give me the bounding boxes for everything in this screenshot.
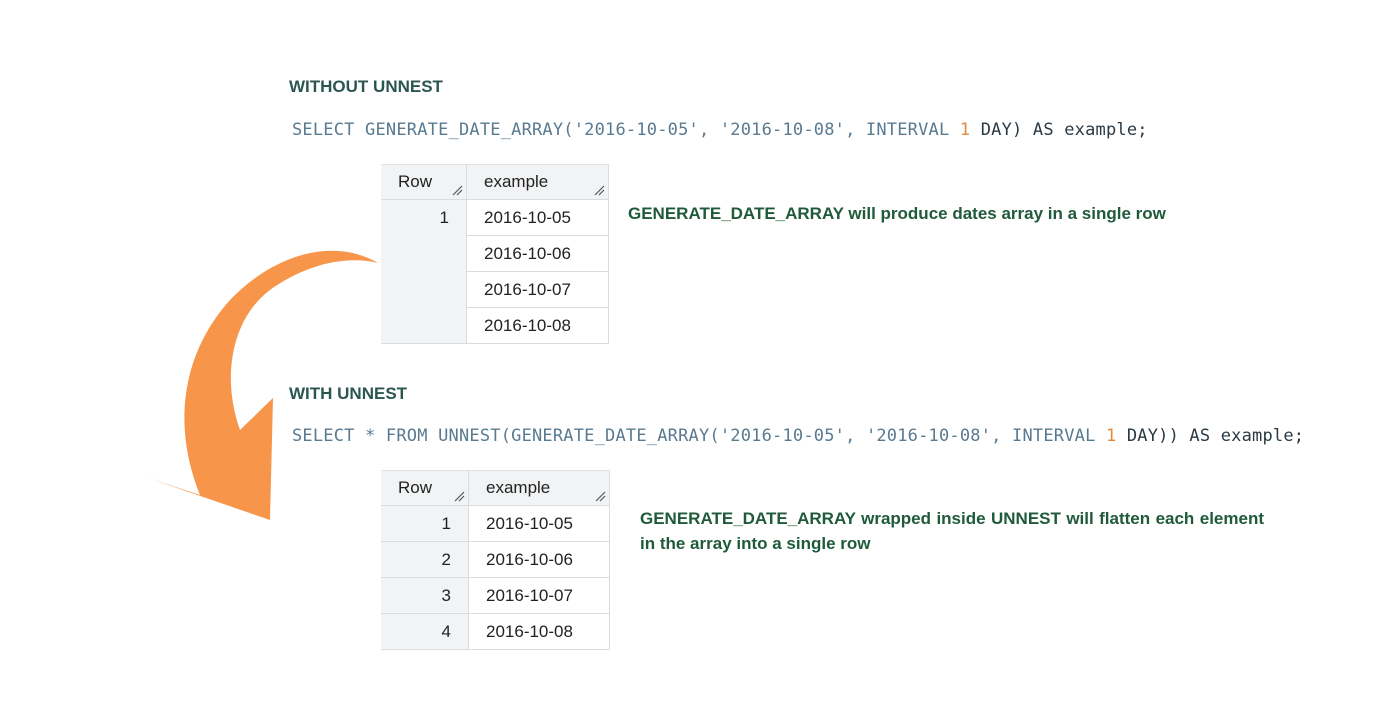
note-with-unnest: GENERATE_DATE_ARRAY wrapped inside UNNES… (640, 509, 1264, 553)
column-header-label: example (484, 172, 549, 191)
row-number: 3 (381, 577, 469, 614)
result-table-with-unnest: Row example 1 2016-10-05 2 2016-10-06 3 … (381, 470, 610, 650)
sql-number: 1 (959, 120, 971, 140)
column-header-label: Row (398, 172, 433, 191)
sql-string: '2016-10-05' (719, 426, 846, 446)
table-row: 3 2016-10-07 (381, 577, 610, 614)
sql-string: '2016-10-08' (865, 426, 992, 446)
table-cell: 2016-10-05 (468, 505, 610, 542)
row-number: 1 (381, 199, 467, 344)
table-row: 4 2016-10-08 (381, 613, 610, 650)
note-without-unnest: GENERATE_DATE_ARRAY will produce dates a… (628, 204, 1166, 223)
table-cell: 2016-10-07 (468, 577, 610, 614)
sql-number: 1 (1105, 426, 1117, 446)
sql-string: '2016-10-08' (719, 120, 846, 140)
sql-keyword: DAY) AS (970, 120, 1065, 140)
sql-query-without-unnest: SELECT GENERATE_DATE_ARRAY('2016-10-05',… (292, 120, 1148, 140)
sql-punct: , (698, 120, 720, 140)
table-cell: 2016-10-07 (466, 271, 609, 308)
row-number: 2 (381, 541, 469, 578)
curved-arrow-icon (148, 250, 378, 520)
heading-with-unnest: WITH UNNEST (289, 384, 408, 403)
sql-keyword: DAY)) AS (1116, 426, 1221, 446)
heading-without-unnest: WITHOUT UNNEST (289, 77, 443, 96)
table-row: 1 2016-10-05 (381, 199, 609, 344)
table-row: 1 2016-10-05 (381, 505, 610, 542)
table-cell: 2016-10-06 (468, 541, 610, 578)
sql-string: '2016-10-05' (573, 120, 699, 140)
result-table-without-unnest: Row example 1 2016-10-05 2016-10-06 2016… (381, 164, 609, 344)
row-number: 4 (381, 613, 469, 650)
sql-punct: ; (1293, 426, 1305, 446)
sql-keyword: , INTERVAL (991, 426, 1106, 446)
column-resize-grip-icon[interactable] (593, 184, 605, 196)
sql-punct: ; (1137, 120, 1148, 140)
table-cell: 2016-10-06 (466, 235, 609, 272)
sql-keyword: SELECT * FROM UNNEST(GENERATE_DATE_ARRAY… (292, 426, 720, 446)
sql-alias: example (1064, 120, 1138, 140)
column-header-example[interactable]: example (466, 164, 609, 200)
column-header-example[interactable]: example (468, 470, 610, 506)
sql-keyword: , INTERVAL (845, 120, 960, 140)
column-header-row[interactable]: Row (381, 164, 467, 200)
column-header-row[interactable]: Row (381, 470, 469, 506)
column-resize-grip-icon[interactable] (453, 490, 465, 502)
column-header-label: example (486, 478, 551, 497)
sql-punct: , (845, 426, 866, 446)
sql-query-with-unnest: SELECT * FROM UNNEST(GENERATE_DATE_ARRAY… (292, 426, 1304, 446)
column-resize-grip-icon[interactable] (451, 184, 463, 196)
column-resize-grip-icon[interactable] (594, 490, 606, 502)
row-number: 1 (381, 505, 469, 542)
sql-alias: example (1220, 426, 1294, 446)
table-row: 2 2016-10-06 (381, 541, 610, 578)
table-cell: 2016-10-05 (466, 199, 609, 236)
table-cell: 2016-10-08 (466, 307, 609, 344)
column-header-label: Row (398, 478, 433, 497)
sql-keyword: SELECT GENERATE_DATE_ARRAY( (292, 120, 574, 140)
table-cell: 2016-10-08 (468, 613, 610, 650)
